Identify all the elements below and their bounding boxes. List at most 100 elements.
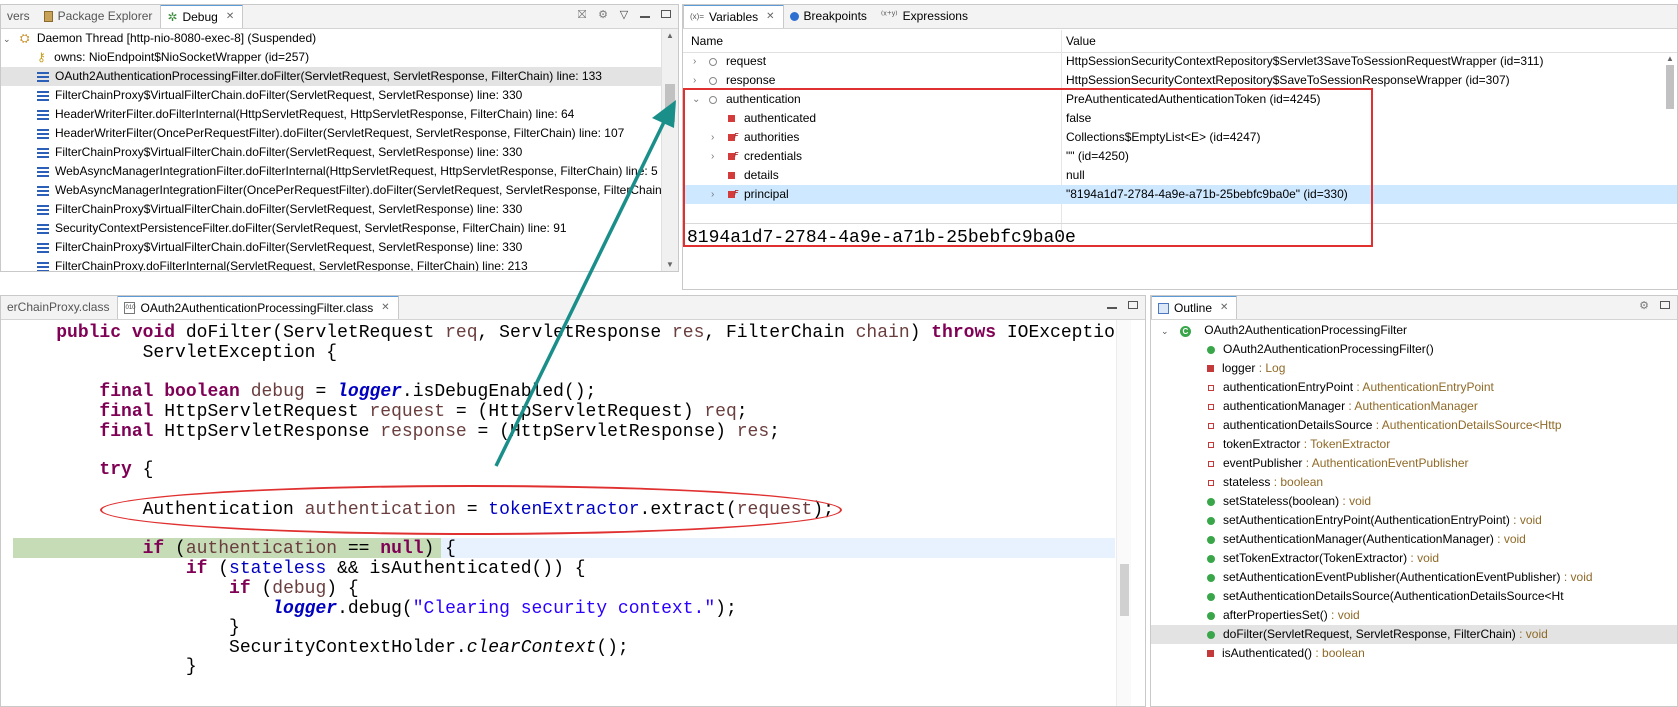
outline-member[interactable]: logger : Log: [1151, 359, 1677, 378]
outline-member[interactable]: setStateless(boolean) : void: [1151, 492, 1677, 511]
chevron-down-icon[interactable]: ⌄: [3, 34, 11, 44]
code-line[interactable]: if (stateless && isAuthenticated()) {: [13, 559, 586, 579]
variables-scrollbar[interactable]: ▲: [1663, 53, 1677, 223]
outline-member[interactable]: doFilter(ServletRequest, ServletResponse…: [1151, 625, 1677, 644]
public-method-icon: [1207, 573, 1215, 582]
scroll-up-icon[interactable]: ▲: [1666, 54, 1674, 63]
tab-filterchainproxy-class[interactable]: erChainProxy.class: [1, 296, 117, 319]
thread-row[interactable]: ⌄ ⛭ Daemon Thread [http-nio-8080-exec-8]…: [1, 29, 678, 48]
outline-member-name: OAuth2AuthenticationProcessingFilter(): [1223, 342, 1434, 356]
outline-icon: [1158, 302, 1169, 314]
overview-ruler[interactable]: [1131, 320, 1145, 706]
view-menu-chevron-down-icon[interactable]: ▽: [618, 9, 630, 21]
code-line[interactable]: final boolean debug = logger.isDebugEnab…: [13, 382, 596, 402]
close-tab-icon[interactable]: ✕: [226, 6, 234, 28]
stack-frame[interactable]: HeaderWriterFilter(OncePerRequestFilter)…: [1, 124, 661, 143]
code-line[interactable]: if (debug) {: [13, 579, 359, 599]
tab-breakpoints[interactable]: Breakpoints: [784, 5, 875, 28]
column-header-value[interactable]: Value: [1066, 30, 1096, 52]
outline-class-row[interactable]: ⌄ C OAuth2AuthenticationProcessingFilter: [1151, 321, 1677, 340]
package-explorer-icon: [43, 10, 53, 22]
code-line[interactable]: }: [13, 618, 240, 638]
outline-member[interactable]: isAuthenticated() : boolean: [1151, 644, 1677, 663]
code-line-current[interactable]: if (authentication == null) {: [13, 539, 456, 559]
stack-frame-icon: [37, 90, 49, 101]
public-method-icon: [1207, 554, 1215, 563]
close-tab-icon[interactable]: ✕: [381, 297, 389, 319]
maximize-icon[interactable]: [1127, 300, 1139, 312]
stack-frame[interactable]: FilterChainProxy$VirtualFilterChain.doFi…: [1, 238, 661, 257]
stack-frame-icon: [37, 261, 49, 271]
scrollbar-thumb[interactable]: [665, 84, 675, 122]
outline-tabbar: Outline ✕: [1151, 296, 1677, 320]
editor-scrollbar[interactable]: [1116, 320, 1131, 706]
stack-frame[interactable]: WebAsyncManagerIntegrationFilter.doFilte…: [1, 162, 661, 181]
code-line[interactable]: final HttpServletResponse response = (Ht…: [13, 422, 780, 442]
stack-frame[interactable]: SecurityContextPersistenceFilter.doFilte…: [1, 219, 661, 238]
column-header-name[interactable]: Name: [691, 30, 723, 52]
tab-servers[interactable]: vers: [1, 5, 38, 28]
outline-member[interactable]: tokenExtractor : TokenExtractor: [1151, 435, 1677, 454]
tab-package-explorer[interactable]: Package Explorer: [38, 5, 161, 28]
stack-frame[interactable]: WebAsyncManagerIntegrationFilter(OncePer…: [1, 181, 666, 200]
outline-member[interactable]: setAuthenticationDetailsSource(Authentic…: [1151, 587, 1677, 606]
stack-frame-icon: [37, 109, 49, 120]
outline-view: Outline ✕ ⚙ ⌄ C OAuth2AuthenticationProc…: [1150, 295, 1678, 707]
tab-debug[interactable]: ✲ Debug ✕: [160, 5, 244, 28]
view-menu-gear-icon[interactable]: ⚙: [597, 9, 609, 21]
code-line[interactable]: }: [13, 657, 197, 677]
outline-member[interactable]: afterPropertiesSet() : void: [1151, 606, 1677, 625]
variable-row[interactable]: › request HttpSessionSecurityContextRepo…: [683, 52, 1677, 71]
outline-member-name: logger: [1222, 361, 1256, 375]
stack-frame[interactable]: FilterChainProxy$VirtualFilterChain.doFi…: [1, 143, 661, 162]
stack-frame-icon: [37, 204, 49, 215]
stack-frame-icon: [37, 242, 49, 253]
outline-member[interactable]: authenticationDetailsSource : Authentica…: [1151, 416, 1677, 435]
outline-member[interactable]: authenticationEntryPoint : Authenticatio…: [1151, 378, 1677, 397]
view-menu-gear-icon[interactable]: ⚙: [1638, 300, 1650, 312]
minimize-icon[interactable]: [1106, 300, 1118, 312]
maximize-icon[interactable]: [1659, 300, 1671, 312]
scrollbar-thumb[interactable]: [1120, 564, 1129, 616]
code-line[interactable]: ServletException {: [13, 343, 337, 363]
close-tab-icon[interactable]: ✕: [766, 6, 774, 28]
outline-member[interactable]: setAuthenticationManager(AuthenticationM…: [1151, 530, 1677, 549]
stack-frame[interactable]: HeaderWriterFilter.doFilterInternal(Http…: [1, 105, 661, 124]
tab-outline[interactable]: Outline ✕: [1151, 296, 1238, 319]
outline-member[interactable]: authenticationManager : AuthenticationMa…: [1151, 397, 1677, 416]
scroll-down-icon[interactable]: ▼: [666, 260, 674, 269]
chevron-down-icon[interactable]: ⌄: [1161, 326, 1169, 336]
maximize-icon[interactable]: [660, 9, 672, 21]
monitor-row[interactable]: ⚷ owns: NioEndpoint$NioSocketWrapper (id…: [1, 48, 678, 67]
outline-member[interactable]: eventPublisher : AuthenticationEventPubl…: [1151, 454, 1677, 473]
editor-gutter[interactable]: [1, 320, 13, 706]
private-field-icon: [1208, 460, 1214, 467]
outline-member[interactable]: OAuth2AuthenticationProcessingFilter(): [1151, 340, 1677, 359]
code-line[interactable]: try {: [13, 460, 153, 480]
remove-terminated-icon[interactable]: ⛝: [576, 9, 588, 21]
tab-oauth2-filter-class[interactable]: 010 OAuth2AuthenticationProcessingFilter…: [117, 296, 399, 319]
code-line[interactable]: final HttpServletRequest request = (Http…: [13, 402, 747, 422]
close-tab-icon[interactable]: ✕: [1220, 297, 1228, 319]
private-field-icon: [1208, 384, 1214, 391]
outline-member[interactable]: stateless : boolean: [1151, 473, 1677, 492]
scrollbar-thumb[interactable]: [1666, 65, 1674, 109]
stack-frame[interactable]: FilterChainProxy$VirtualFilterChain.doFi…: [1, 200, 661, 219]
code-line[interactable]: logger.debug("Clearing security context.…: [13, 599, 737, 619]
chevron-right-icon[interactable]: ›: [693, 52, 696, 71]
stack-frame[interactable]: FilterChainProxy$VirtualFilterChain.doFi…: [1, 86, 661, 105]
stack-frame[interactable]: FilterChainProxy.doFilterInternal(Servle…: [1, 257, 661, 271]
code-line[interactable]: SecurityContextHolder.clearContext();: [13, 638, 629, 658]
minimize-icon[interactable]: [639, 9, 651, 21]
tab-variables[interactable]: (x)= Variables ✕: [683, 5, 784, 28]
class-icon: C: [1179, 326, 1191, 337]
debug-scrollbar[interactable]: ▲ ▼: [661, 29, 678, 271]
outline-member[interactable]: setAuthenticationEntryPoint(Authenticati…: [1151, 511, 1677, 530]
scroll-up-icon[interactable]: ▲: [666, 31, 674, 40]
outline-member-type: : AuthenticationDetailsSource<Http: [1372, 418, 1562, 432]
outline-member[interactable]: setAuthenticationEventPublisher(Authenti…: [1151, 568, 1677, 587]
code-line[interactable]: public void doFilter(ServletRequest req,…: [13, 323, 1136, 343]
stack-frame[interactable]: OAuth2AuthenticationProcessingFilter.doF…: [1, 67, 661, 86]
outline-member[interactable]: setTokenExtractor(TokenExtractor) : void: [1151, 549, 1677, 568]
tab-expressions[interactable]: ⁽ˣ⁺ʸ⁾ Expressions: [875, 5, 976, 28]
